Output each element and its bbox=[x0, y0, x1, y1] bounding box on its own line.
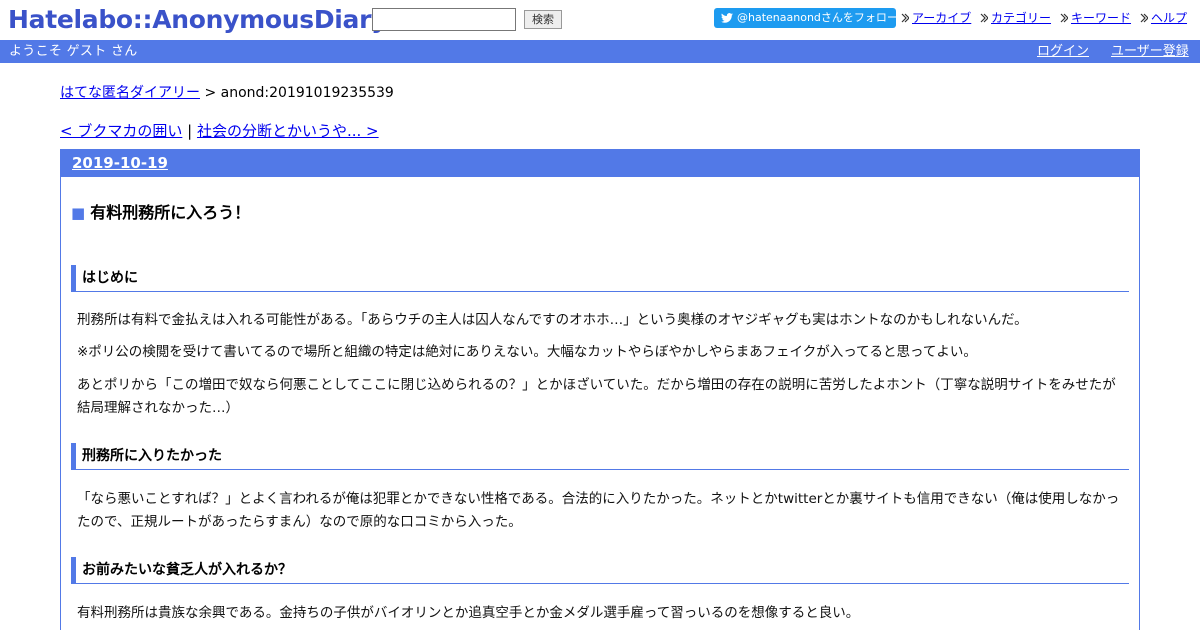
diary-entry: 2019-10-19 ■ 有料刑務所に入ろう！ はじめに 刑務所は有料で金払えは入… bbox=[60, 149, 1140, 630]
breadcrumb-current: anond:20191019235539 bbox=[220, 85, 394, 101]
paragraph: ※ポリ公の検閲を受けて書いてるので場所と組織の特定は絶対にありえない。大幅なカッ… bbox=[77, 344, 977, 360]
twitter-bird-icon bbox=[721, 13, 733, 23]
nav-category[interactable]: カテゴリー bbox=[980, 10, 1051, 26]
follow-label: @hatenaanondさんをフォロー bbox=[737, 11, 898, 24]
nav-category-link[interactable]: カテゴリー bbox=[991, 11, 1051, 25]
entry-date-link[interactable]: 2019-10-19 bbox=[72, 154, 168, 173]
nav-archive-link[interactable]: アーカイブ bbox=[912, 11, 971, 25]
user-bar: ようこそ ゲスト さん ログイン ユーザー登録 bbox=[0, 40, 1200, 63]
paragraph: 有料刑務所は貴族な余興である。金持ちの子供がバイオリンとか追真空手とか金メダル選… bbox=[77, 605, 860, 621]
search-input[interactable] bbox=[372, 8, 516, 31]
register-link[interactable]: ユーザー登録 bbox=[1111, 43, 1189, 60]
nav-help[interactable]: ヘルプ bbox=[1140, 10, 1187, 26]
entry-permalink-icon[interactable]: ■ bbox=[71, 204, 85, 222]
search-button[interactable]: 検索 bbox=[524, 10, 562, 29]
nav-archive[interactable]: アーカイブ bbox=[901, 10, 971, 26]
welcome-text: ようこそ ゲスト さん bbox=[9, 44, 138, 59]
nav-keyword[interactable]: キーワード bbox=[1060, 10, 1131, 26]
breadcrumb-home-link[interactable]: はてな匿名ダイアリー bbox=[60, 85, 200, 101]
breadcrumb-separator: > bbox=[204, 85, 217, 101]
entry-pager: < ブクマカの囲い | 社会の分断とかいうや... > bbox=[60, 121, 379, 141]
prev-entry-link[interactable]: < ブクマカの囲い bbox=[60, 122, 182, 140]
section-heading: はじめに bbox=[71, 265, 1129, 292]
nav-arrow-icon bbox=[901, 13, 909, 23]
twitter-follow-button[interactable]: @hatenaanondさんをフォロー bbox=[714, 8, 898, 28]
section-heading: お前みたいな貧乏人が入れるか？ bbox=[71, 557, 1129, 584]
paragraph: 刑務所は有料で金払えは入れる可能性がある。「あらウチの主人は囚人なんですのオホホ… bbox=[77, 312, 1028, 328]
nav-help-link[interactable]: ヘルプ bbox=[1151, 11, 1187, 25]
site-header: Hatelabo::AnonymousDiary 検索 @hatenaanond… bbox=[0, 0, 1200, 40]
paragraph: あとポリから「この増田で奴なら何悪ことしてここに閉じ込められるの？」とかほざいて… bbox=[77, 377, 1116, 416]
site-logo[interactable]: Hatelabo::AnonymousDiary bbox=[8, 4, 387, 36]
entry-title: ■ 有料刑務所に入ろう！ bbox=[71, 202, 250, 224]
pager-separator: | bbox=[187, 122, 193, 140]
login-link[interactable]: ログイン bbox=[1037, 43, 1089, 60]
nav-arrow-icon bbox=[1140, 13, 1148, 23]
section-heading: 刑務所に入りたかった bbox=[71, 443, 1129, 470]
nav-arrow-icon bbox=[980, 13, 988, 23]
date-header: 2019-10-19 bbox=[61, 150, 1139, 177]
entry-title-text: 有料刑務所に入ろう！ bbox=[90, 203, 251, 222]
paragraph: 「なら悪いことすれば？」とよく言われるが俺は犯罪とかできない性格である。合法的に… bbox=[77, 491, 1120, 530]
nav-arrow-icon bbox=[1060, 13, 1068, 23]
next-entry-link[interactable]: 社会の分断とかいうや... > bbox=[197, 122, 379, 140]
nav-keyword-link[interactable]: キーワード bbox=[1071, 11, 1131, 25]
breadcrumb: はてな匿名ダイアリー > anond:20191019235539 bbox=[60, 84, 394, 102]
